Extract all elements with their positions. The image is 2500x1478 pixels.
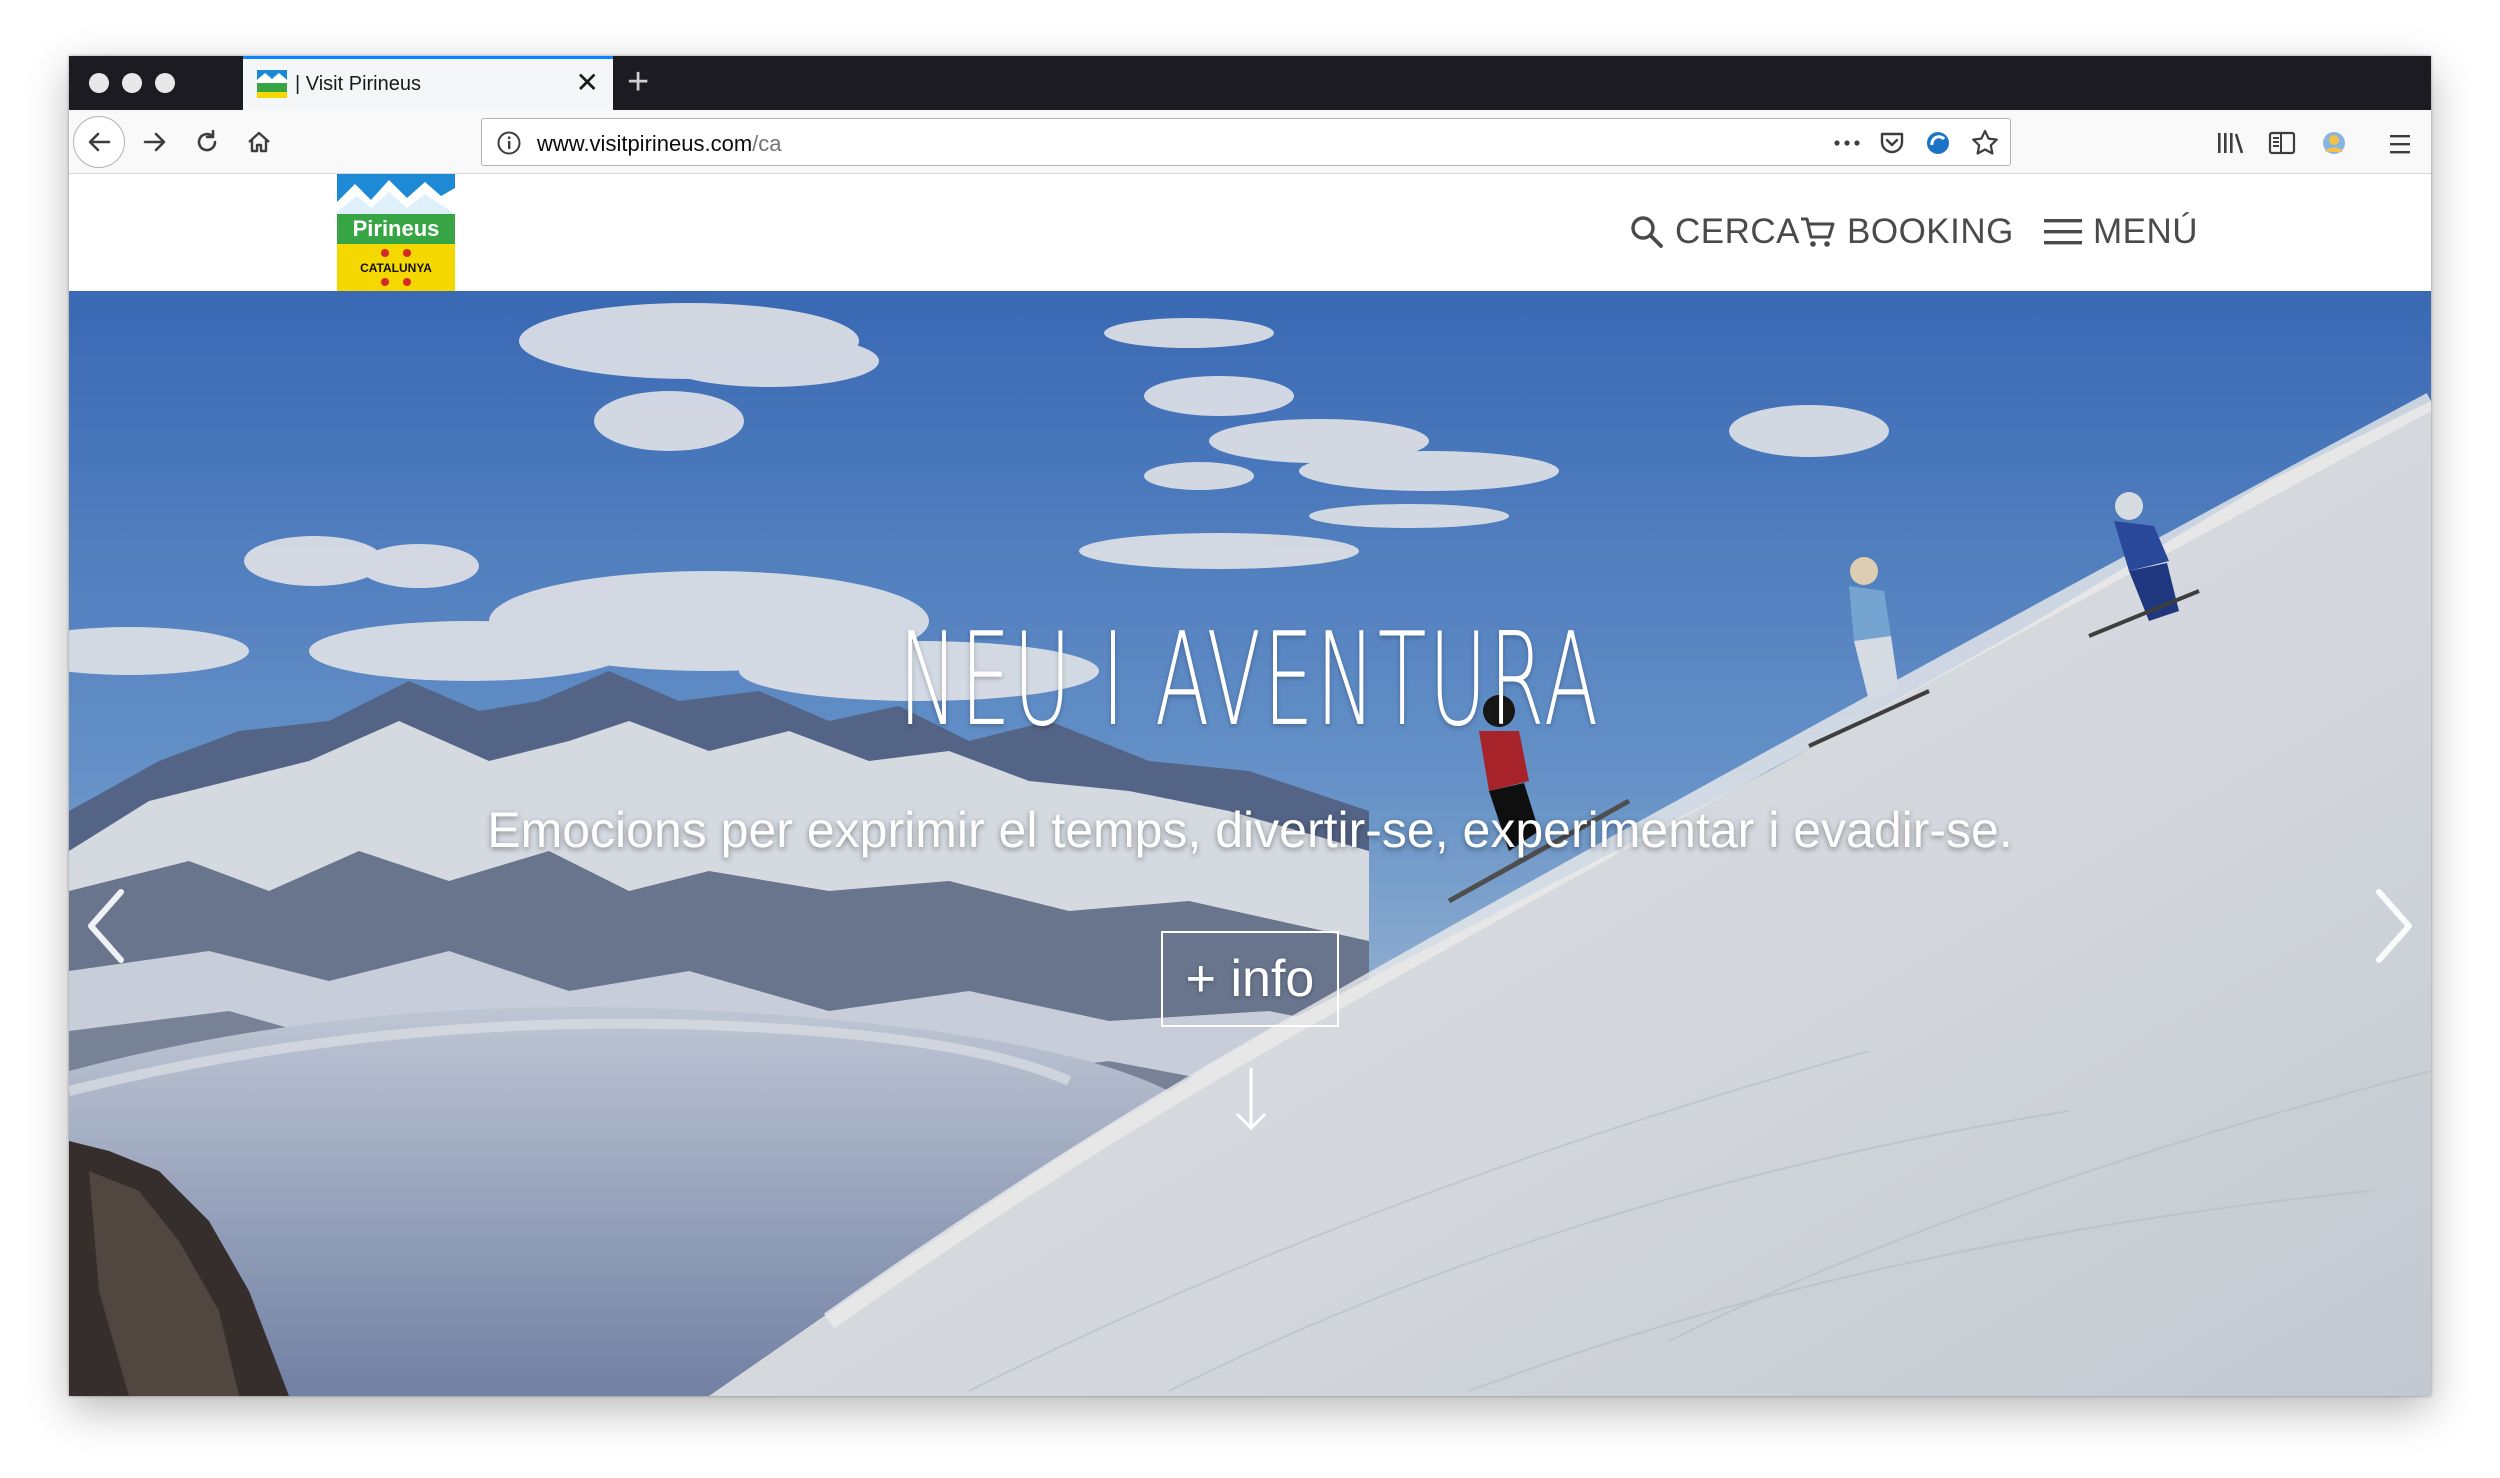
browser-window: | Visit Pirineus ✕ + www.visitpirineus.c… — [69, 56, 2431, 1396]
tab-visit-pirineus[interactable]: | Visit Pirineus ✕ — [243, 56, 613, 110]
navigation-toolbar: www.visitpirineus.com/ca — [69, 110, 2431, 174]
window-close-dot[interactable] — [89, 73, 109, 93]
pocket-icon[interactable] — [1878, 129, 1906, 157]
scroll-down-arrow-icon[interactable] — [1231, 1066, 1271, 1132]
search-nav-label: CERCA — [1675, 212, 1801, 251]
tab-close-icon[interactable]: ✕ — [576, 69, 599, 97]
slider-prev-arrow-icon[interactable] — [81, 886, 131, 966]
more-info-button[interactable]: + info — [1161, 931, 1339, 1027]
more-icon[interactable] — [1832, 130, 1862, 156]
new-tab-button[interactable]: + — [627, 62, 649, 102]
sidebar-icon[interactable] — [2268, 130, 2296, 156]
account-icon[interactable] — [2319, 128, 2349, 158]
pirineus-logo[interactable]: Pirineus CATALUNYA — [337, 174, 455, 291]
tab-title: | Visit Pirineus — [295, 73, 421, 95]
logo-top-text: Pirineus — [353, 216, 440, 241]
booking-nav-button[interactable]: BOOKING — [1799, 207, 2014, 257]
booking-nav-label: BOOKING — [1847, 212, 2014, 251]
library-icon[interactable] — [2216, 130, 2246, 156]
hero-title: NEU I AVENTURA — [898, 606, 1601, 755]
bookmark-star-icon[interactable] — [1970, 128, 2000, 158]
hamburger-icon — [2044, 219, 2082, 245]
back-icon[interactable] — [79, 122, 119, 162]
url-text[interactable]: www.visitpirineus.com/ca — [537, 131, 782, 157]
reload-icon[interactable] — [187, 122, 227, 162]
url-host: www.visitpirineus.com — [537, 131, 753, 156]
site-header: Pirineus CATALUNYA CERCA BOOKING MENÚ — [69, 174, 2431, 291]
slider-next-arrow-icon[interactable] — [2369, 886, 2419, 966]
menu-icon[interactable] — [2387, 132, 2413, 156]
hero-slider: NEU I AVENTURA Emocions per exprimir el … — [69, 291, 2431, 1396]
menu-nav-label: MENÚ — [2093, 212, 2199, 251]
window-zoom-dot[interactable] — [155, 73, 175, 93]
hero-subtitle: Emocions per exprimir el temps, divertir… — [487, 802, 2013, 858]
info-icon[interactable] — [496, 130, 522, 156]
logo-bottom-text: CATALUNYA — [360, 261, 432, 275]
extension-icon[interactable] — [1924, 129, 1952, 157]
search-icon — [1631, 216, 1663, 248]
url-bar[interactable]: www.visitpirineus.com/ca — [481, 118, 2011, 166]
site-favicon-icon — [257, 70, 287, 98]
window-minimize-dot[interactable] — [122, 73, 142, 93]
url-path: /ca — [752, 131, 782, 156]
menu-nav-button[interactable]: MENÚ — [2043, 207, 2198, 257]
cart-icon — [1801, 217, 1835, 247]
search-nav-button[interactable]: CERCA — [1629, 207, 1800, 257]
forward-icon[interactable] — [135, 122, 175, 162]
home-icon[interactable] — [239, 122, 279, 162]
tab-strip: | Visit Pirineus ✕ + — [69, 56, 2431, 110]
